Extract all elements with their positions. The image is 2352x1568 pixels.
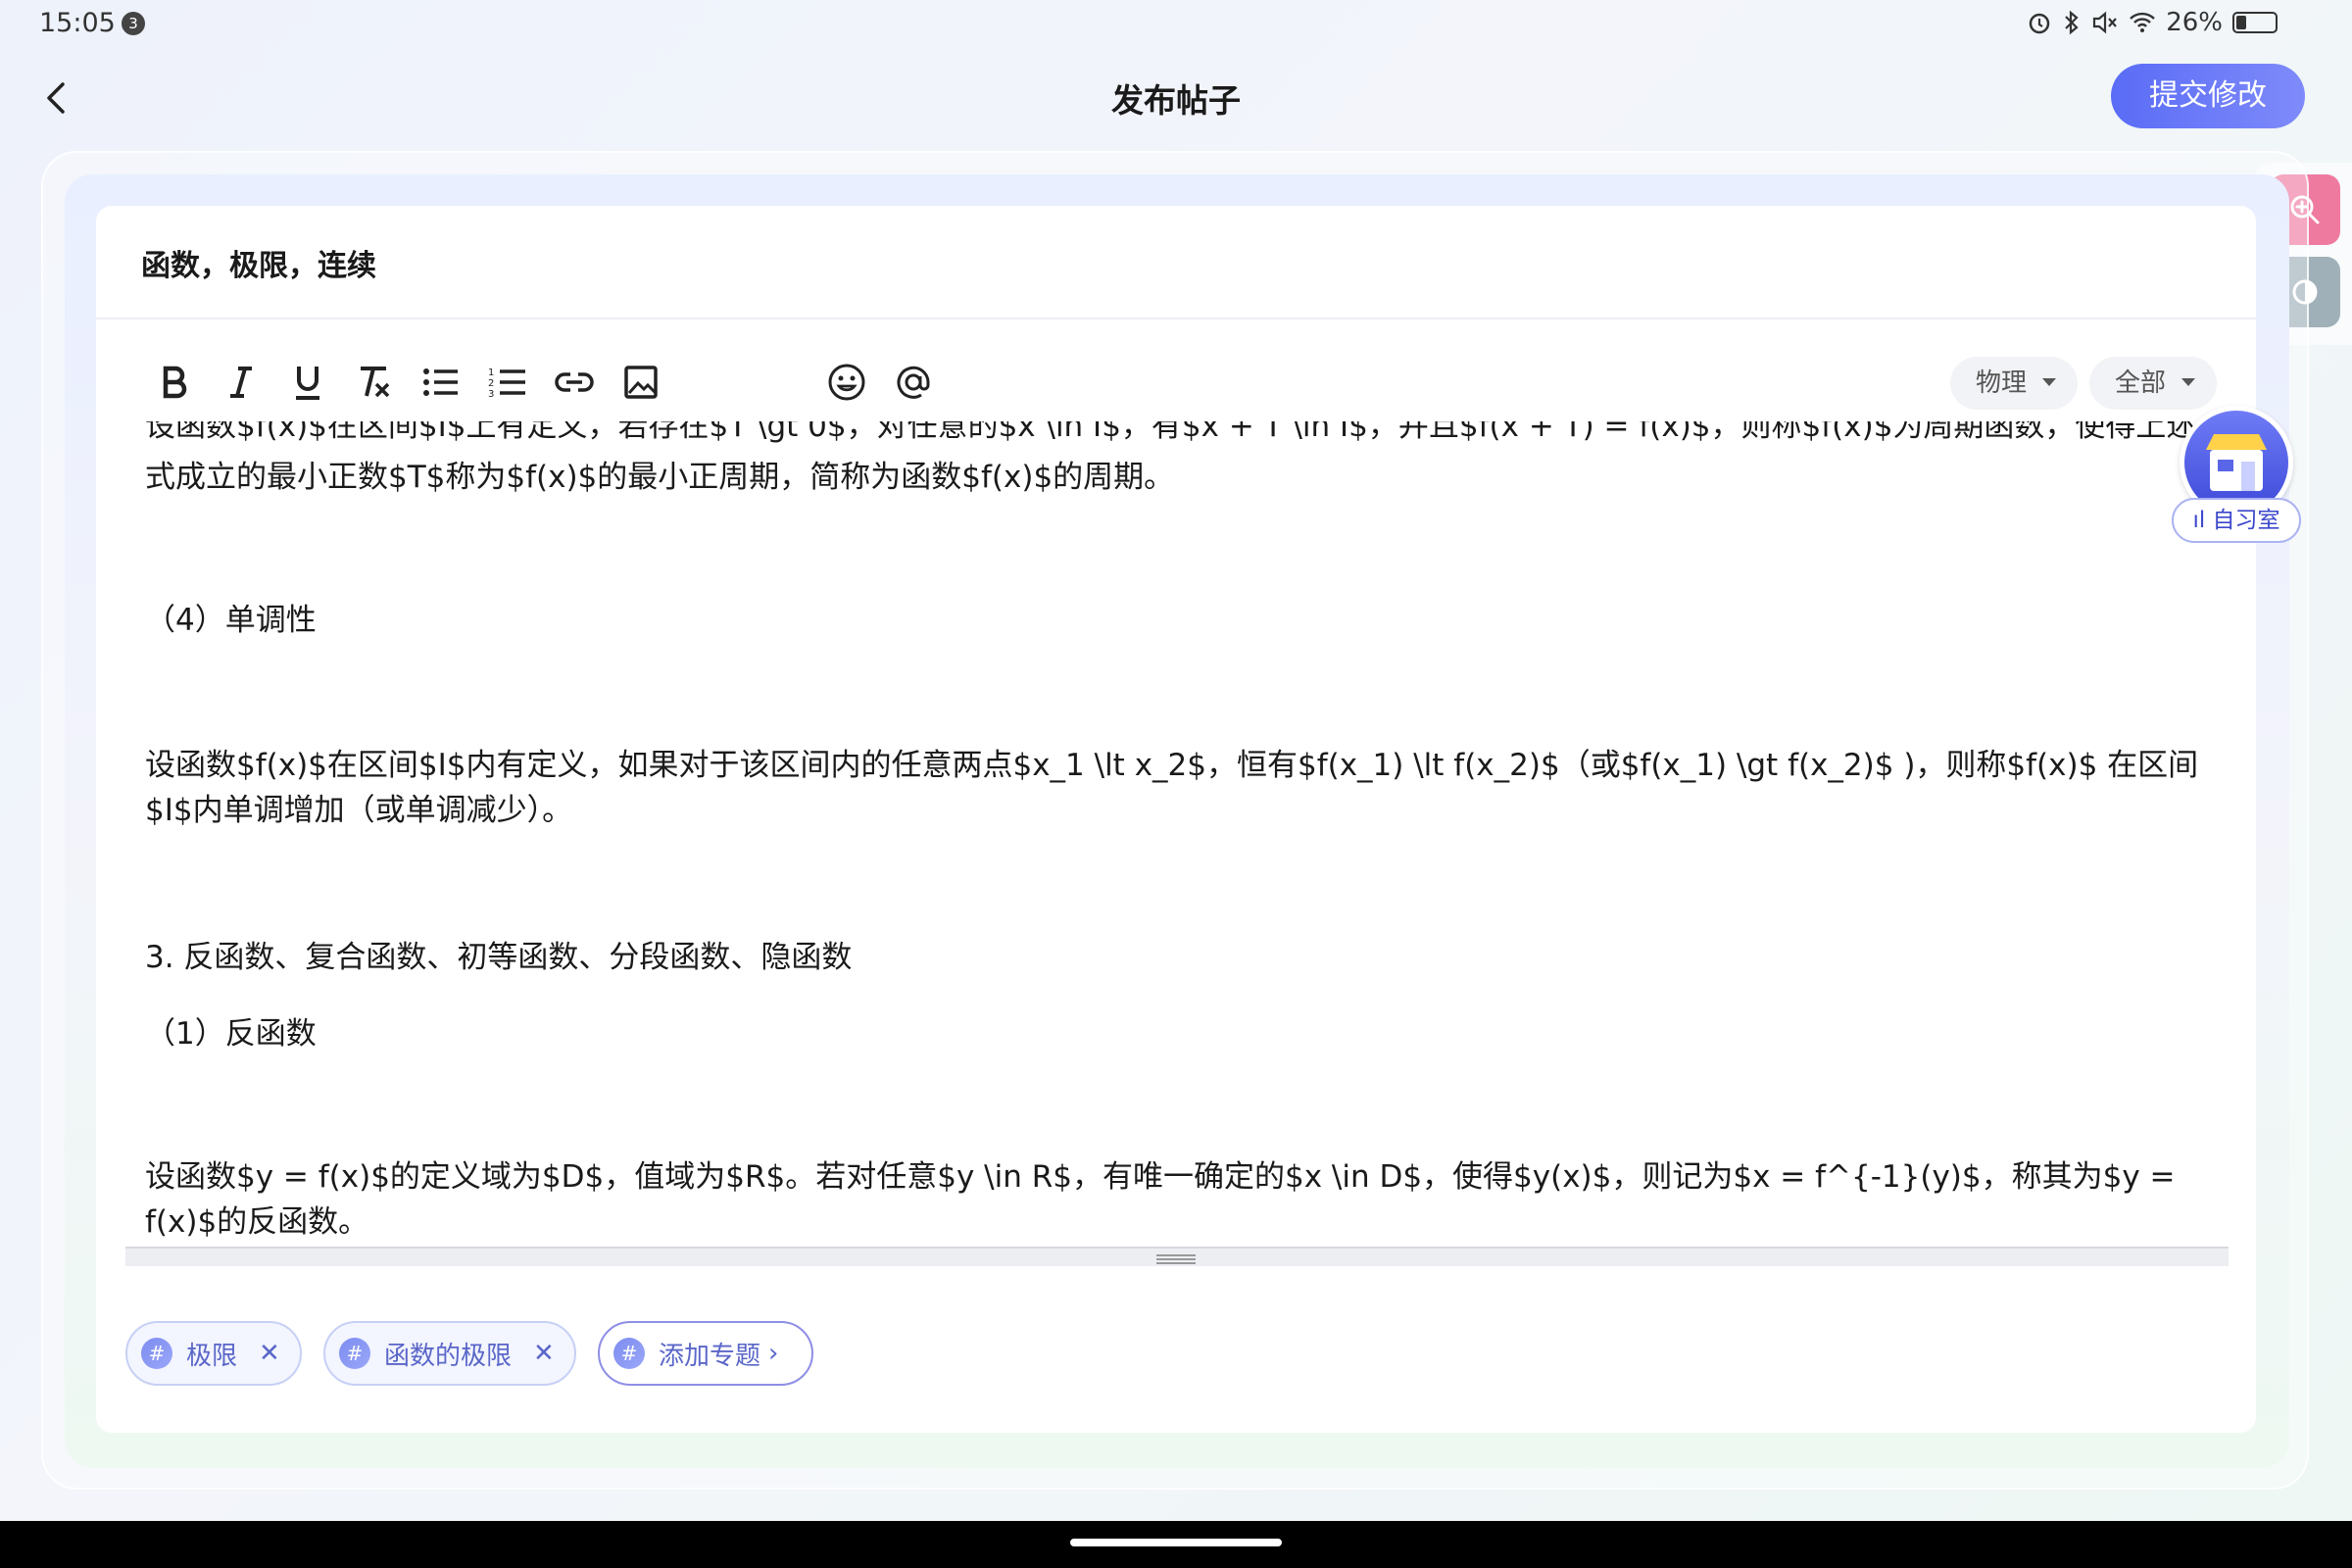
tag-chip[interactable]: # 极限 ✕ bbox=[125, 1321, 302, 1386]
paragraph-monotonic: 设函数$f(x)$在区间$I$内有定义，如果对于该区间内的任意两点$x_1 \l… bbox=[145, 748, 2199, 828]
status-icons: 26% bbox=[2027, 8, 2278, 37]
chevron-right-icon: › bbox=[768, 1339, 779, 1368]
link-button[interactable] bbox=[551, 355, 598, 410]
subject-dropdown-value: 物理 bbox=[1976, 368, 2028, 398]
scope-dropdown[interactable]: 全部 bbox=[2089, 357, 2217, 410]
svg-text:2: 2 bbox=[488, 378, 494, 389]
tag-label: 函数的极限 bbox=[384, 1341, 513, 1371]
resize-grip-icon[interactable] bbox=[1156, 1254, 1196, 1264]
italic-icon bbox=[230, 367, 252, 398]
alarm-icon bbox=[2029, 13, 2050, 34]
underline-button[interactable] bbox=[284, 355, 331, 410]
svg-text:1: 1 bbox=[488, 368, 494, 378]
bold-icon bbox=[163, 366, 187, 399]
submit-button[interactable]: 提交修改 bbox=[2111, 64, 2305, 128]
image-icon bbox=[624, 366, 658, 399]
add-topic-label: 添加专题 bbox=[659, 1341, 761, 1371]
remove-tag-icon[interactable]: ✕ bbox=[533, 1339, 555, 1368]
heading-inverse: （1）反函数 bbox=[145, 1016, 317, 1052]
study-room-button[interactable]: ıl 自习室 bbox=[2172, 498, 2301, 543]
notification-badge: 3 bbox=[122, 12, 145, 35]
remove-tag-icon[interactable]: ✕ bbox=[259, 1339, 280, 1368]
home-gesture-handle[interactable] bbox=[1070, 1539, 1282, 1546]
italic-button[interactable] bbox=[218, 355, 265, 410]
emoji-icon bbox=[828, 364, 865, 401]
page-title: 发布帖子 bbox=[1111, 81, 1241, 120]
battery-percent: 26% bbox=[2166, 8, 2223, 37]
bar-chart-icon: ıl bbox=[2192, 508, 2206, 533]
scope-dropdown-value: 全部 bbox=[2115, 368, 2167, 398]
tag-label: 极限 bbox=[186, 1341, 238, 1371]
bold-button[interactable] bbox=[151, 355, 198, 410]
bullet-list-icon bbox=[423, 368, 458, 396]
hash-icon: # bbox=[613, 1338, 645, 1369]
heading-section-3: 3. 反函数、复合函数、初等函数、分段函数、隐函数 bbox=[145, 940, 853, 975]
numbered-list-button[interactable]: 123 bbox=[484, 355, 531, 410]
clear-format-button[interactable] bbox=[351, 355, 398, 410]
numbered-list-icon: 123 bbox=[488, 368, 525, 399]
heading-monotonic: （4）单调性 bbox=[145, 603, 317, 638]
paragraph-periodic-partial: 设函数$f(x)$在区间$I$上有定义，若存在$T \gt 0$，对任意的$x … bbox=[145, 421, 2256, 444]
bluetooth-icon bbox=[2065, 10, 2079, 35]
caret-down-icon bbox=[2042, 378, 2056, 386]
link-icon bbox=[555, 372, 594, 392]
mute-icon bbox=[2093, 11, 2118, 34]
bullet-list-button[interactable] bbox=[417, 355, 465, 410]
status-bar: 15:05 3 26% bbox=[0, 0, 2352, 51]
add-topic-button[interactable]: # 添加专题 › bbox=[598, 1321, 813, 1386]
caret-down-icon bbox=[2181, 378, 2195, 386]
subject-dropdown[interactable]: 物理 bbox=[1950, 357, 2078, 410]
paragraph-inverse: 设函数$y = f(x)$的定义域为$D$，值域为$R$。若对任意$y \in … bbox=[145, 1159, 2176, 1240]
mention-icon bbox=[897, 366, 930, 399]
post-title-input[interactable]: 函数，极限，连续 bbox=[141, 241, 376, 284]
hash-icon: # bbox=[339, 1338, 370, 1369]
emoji-button[interactable] bbox=[823, 355, 870, 410]
wifi-icon bbox=[2130, 12, 2156, 32]
mention-button[interactable] bbox=[890, 355, 937, 410]
paragraph-periodic: 式成立的最小正数$T$称为$f(x)$的最小正周期，简称为函数$f(x)$的周期… bbox=[145, 460, 1175, 495]
battery-icon bbox=[2232, 12, 2278, 33]
hash-icon: # bbox=[141, 1338, 172, 1369]
image-button[interactable] bbox=[617, 355, 664, 410]
tag-chip[interactable]: # 函数的极限 ✕ bbox=[323, 1321, 576, 1386]
svg-text:3: 3 bbox=[488, 389, 494, 399]
title-divider bbox=[96, 318, 2256, 319]
editor-content[interactable]: 设函数$f(x)$在区间$I$上有定义，若存在$T \gt 0$，对任意的$x … bbox=[96, 421, 2256, 1247]
underline-icon bbox=[296, 367, 319, 400]
clear-format-icon bbox=[361, 367, 390, 398]
status-time: 15:05 bbox=[39, 8, 116, 38]
study-room-label: 自习室 bbox=[2212, 508, 2280, 533]
